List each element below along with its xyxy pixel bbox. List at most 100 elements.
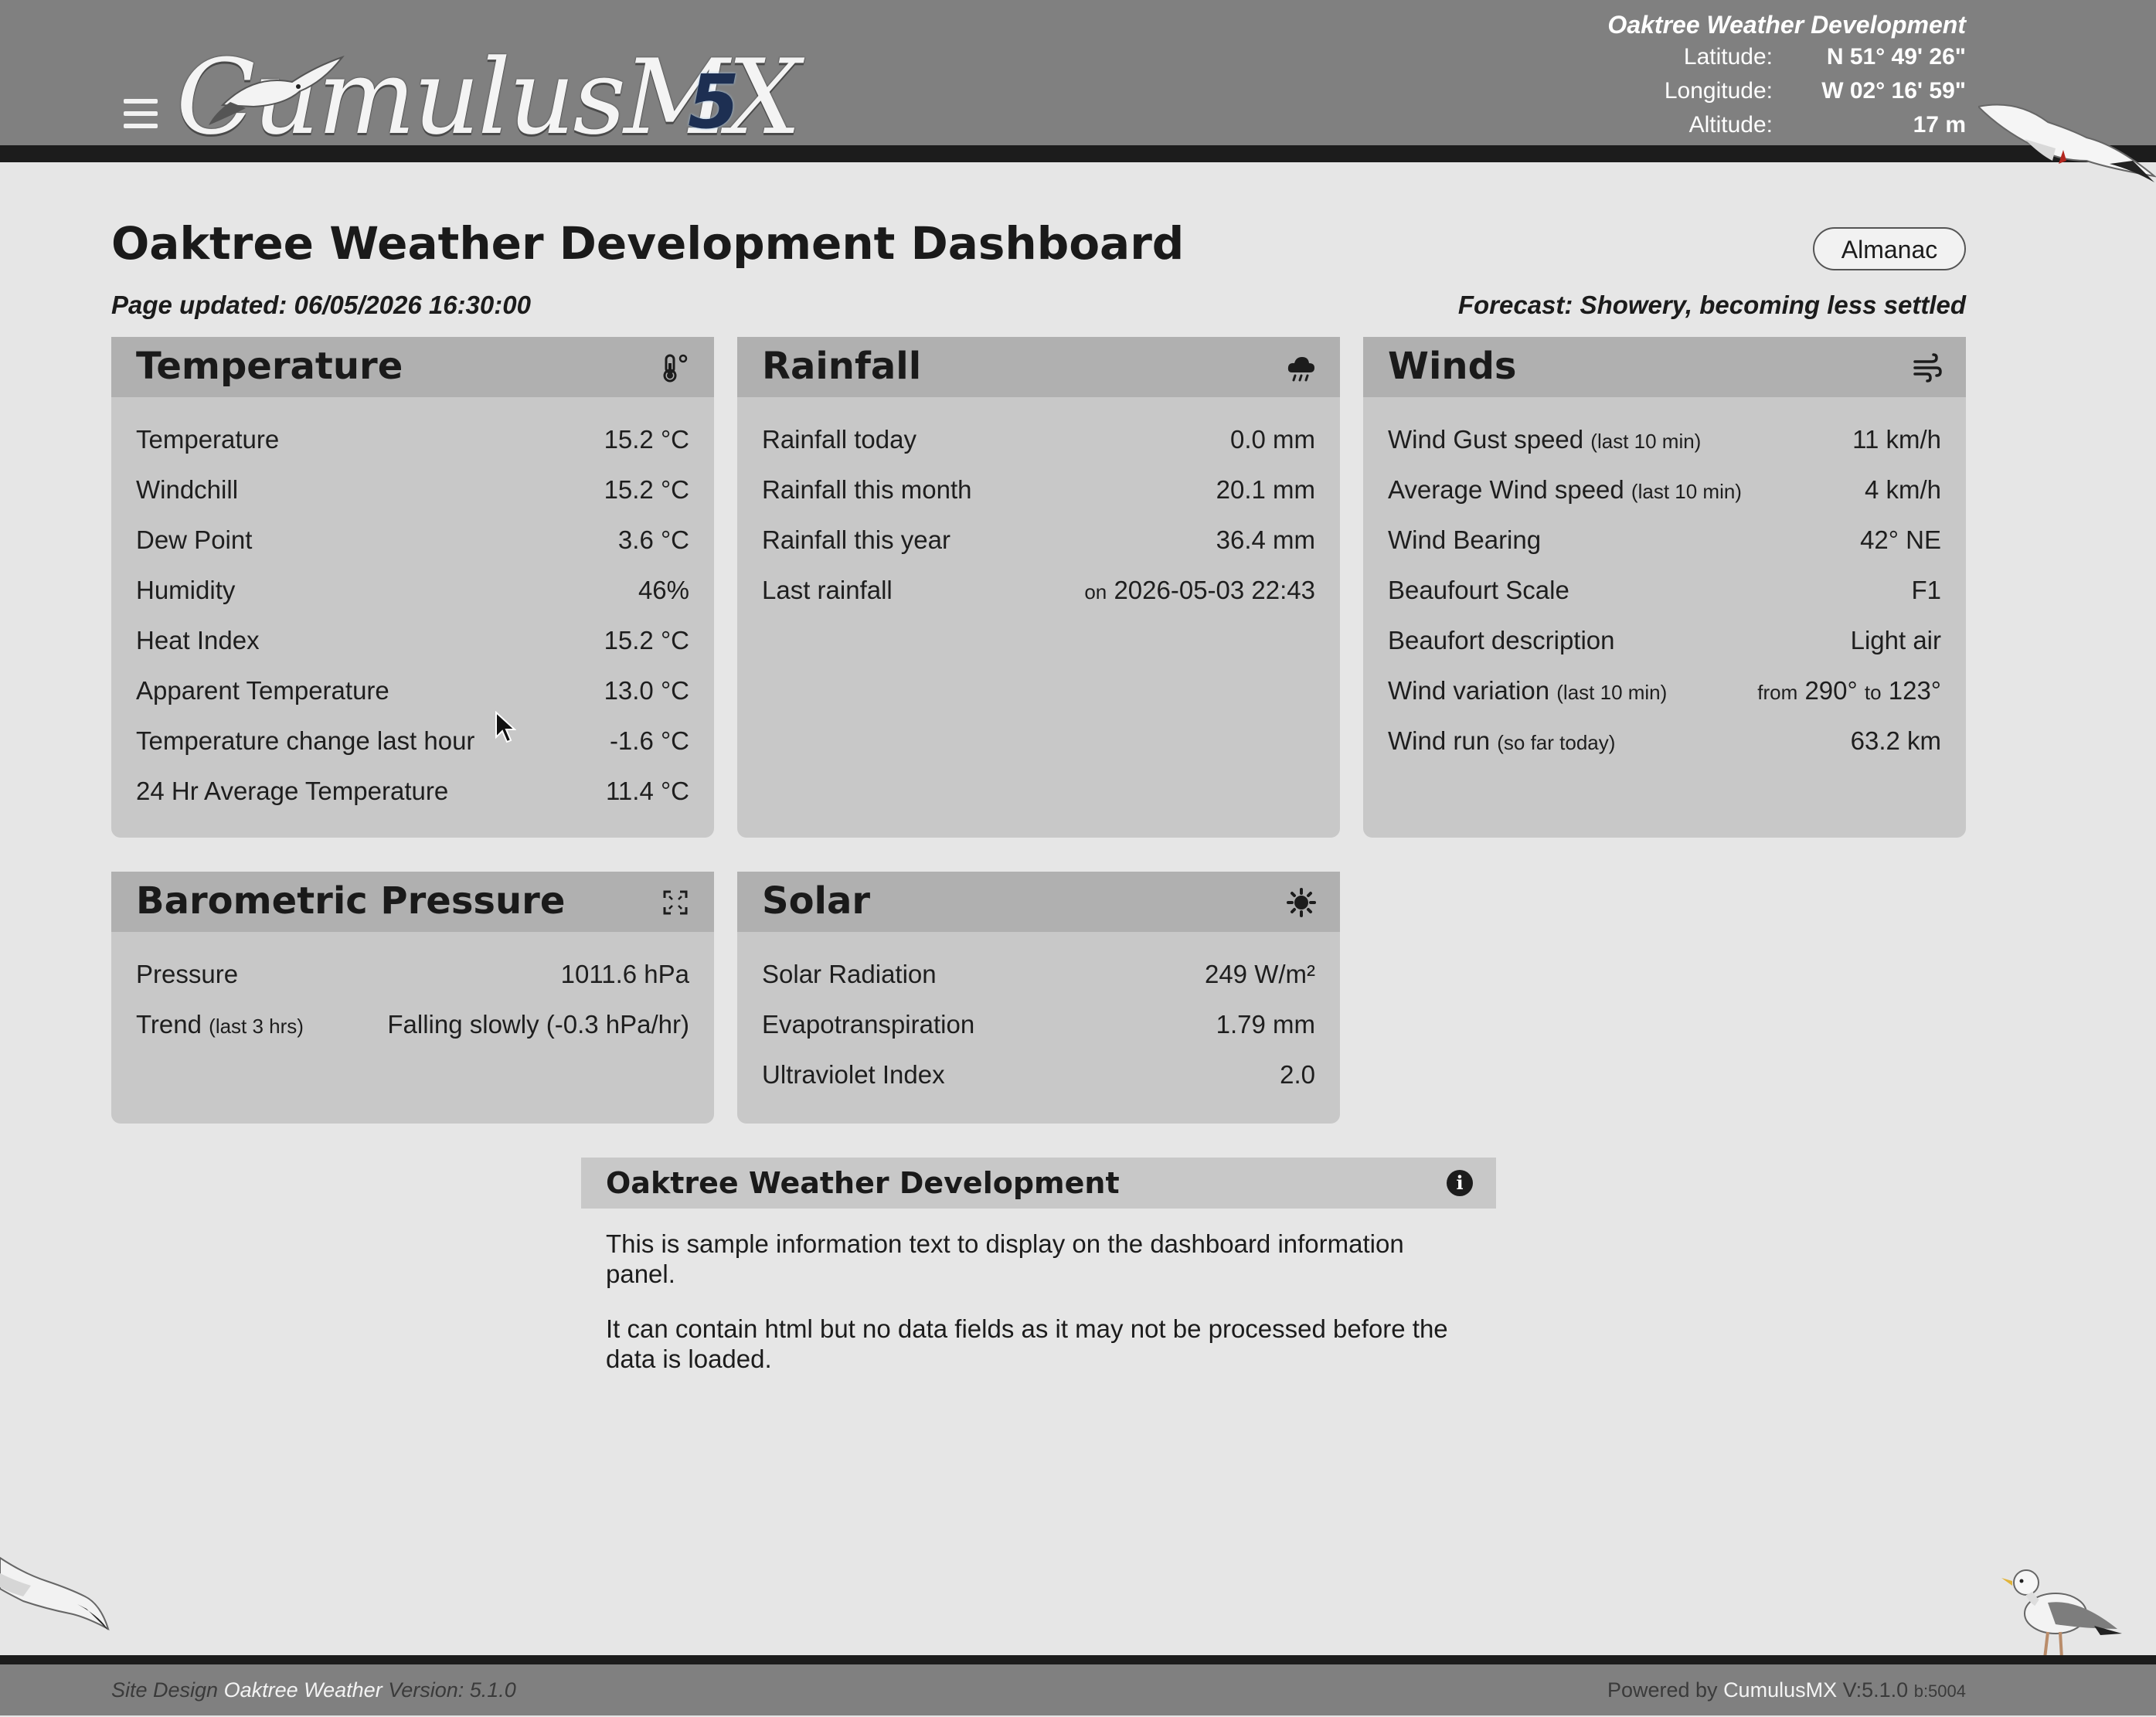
altitude-value: 17 m: [1913, 112, 1966, 138]
uv-index-row: Ultraviolet Index 2.0: [737, 1049, 1340, 1100]
row-label: Wind variation: [1388, 676, 1550, 705]
row-label: Solar Radiation: [762, 960, 937, 988]
average-wind-row: Average Wind speed (last 10 min) 4 km/h: [1363, 464, 1966, 515]
temperature-card-title: Temperature: [136, 345, 403, 388]
longitude-value: W 02° 16' 59": [1821, 78, 1966, 104]
station-name: Oaktree Weather Development: [1607, 11, 1966, 39]
wind-run-row: Wind run (so far today) 63.2 km: [1363, 716, 1966, 766]
longitude-row: Longitude: W 02° 16' 59": [1379, 74, 1966, 108]
row-note: (last 10 min): [1556, 681, 1668, 704]
to-value: 123°: [1888, 676, 1941, 705]
rainfall-year-row: Rainfall this year 36.4 mm: [737, 515, 1340, 565]
logo-version: 5: [688, 59, 740, 145]
info-paragraph: This is sample information text to displ…: [606, 1229, 1404, 1288]
powered-prefix: Powered by: [1607, 1678, 1718, 1702]
altitude-row: Altitude: 17 m: [1379, 108, 1966, 142]
latitude-label: Latitude:: [1683, 44, 1773, 70]
temperature-change-row: Temperature change last hour -1.6 °C: [111, 716, 714, 766]
row-label: Wind Bearing: [1388, 525, 1542, 554]
mouse-cursor-icon: [495, 711, 516, 743]
info-icon: i: [1447, 1170, 1473, 1196]
row-value: 2.0: [1280, 1060, 1315, 1089]
row-label: Dew Point: [136, 525, 253, 554]
pressure-gauge-icon: [663, 890, 688, 915]
station-info: Oaktree Weather Development Latitude: N …: [1379, 9, 1966, 142]
row-label-group: Wind Gust speed (last 10 min): [1388, 414, 1701, 467]
row-label: Evapotranspiration: [762, 1010, 975, 1039]
row-value: F1: [1911, 576, 1941, 604]
seagull-logo-image: [209, 55, 345, 125]
row-value: 11.4 °C: [606, 777, 689, 805]
rainfall-card-header: Rainfall: [737, 337, 1340, 397]
last-rainfall-row: Last rainfall on 2026-05-03 22:43: [737, 565, 1340, 615]
site-header: CumulusMX 5 Oaktree Weather Development …: [0, 0, 2156, 151]
row-value-group: from 290° to 123°: [1757, 665, 1941, 718]
altitude-label: Altitude:: [1688, 112, 1773, 138]
pressure-row: Pressure 1011.6 hPa: [111, 949, 714, 999]
solar-card: Solar Solar Radiation 249 W/m² Evapotrans…: [737, 872, 1340, 1124]
row-label: Rainfall this month: [762, 475, 972, 504]
winds-card-header: Winds: [1363, 337, 1966, 397]
powered-version: V:5.1.0: [1842, 1678, 1909, 1702]
dew-point-row: Dew Point 3.6 °C: [111, 515, 714, 565]
row-label: Humidity: [136, 576, 236, 604]
beaufort-scale-row: Beaufourt Scale F1: [1363, 565, 1966, 615]
rainfall-card: Rainfall Rainfall today 0.0 mm Rainfall t…: [737, 337, 1340, 838]
info-paragraph: It can contain html but no data fields a…: [606, 1314, 1448, 1373]
seagull-image: [2001, 1569, 2122, 1659]
solar-card-title: Solar: [762, 879, 871, 923]
row-label: Rainfall this year: [762, 525, 950, 554]
pressure-card-header: Barometric Pressure: [111, 872, 714, 932]
row-prefix: on: [1084, 580, 1107, 604]
forecast-text: Forecast: Showery, becoming less settled: [1457, 291, 1966, 319]
average-temperature-row: 24 Hr Average Temperature 11.4 °C: [111, 766, 714, 816]
row-value: 1011.6 hPa: [560, 960, 689, 988]
hamburger-menu-icon[interactable]: [124, 99, 158, 130]
cumulusmx-link[interactable]: CumulusMX: [1723, 1678, 1837, 1702]
row-note: (so far today): [1497, 731, 1616, 754]
seagull-image: [1978, 104, 2156, 182]
seagull-image: [0, 1556, 110, 1631]
wind-bearing-row: Wind Bearing 42° NE: [1363, 515, 1966, 565]
row-label: Temperature: [136, 425, 280, 454]
sun-icon: [1287, 888, 1316, 917]
row-value: 20.1 mm: [1216, 475, 1315, 504]
almanac-button[interactable]: Almanac: [1813, 227, 1966, 270]
row-note: (last 3 hrs): [209, 1015, 304, 1038]
rainfall-month-row: Rainfall this month 20.1 mm: [737, 464, 1340, 515]
row-value-group: on 2026-05-03 22:43: [1084, 565, 1315, 617]
rain-cloud-icon: [1287, 357, 1314, 382]
solar-card-header: Solar: [737, 872, 1340, 932]
row-label-group: Average Wind speed (last 10 min): [1388, 464, 1742, 517]
row-label: Last rainfall: [762, 576, 893, 604]
winds-card-title: Winds: [1388, 345, 1517, 388]
information-panel-title: Oaktree Weather Development: [606, 1166, 1120, 1200]
humidity-row: Humidity 46%: [111, 565, 714, 615]
row-value: -1.6 °C: [609, 726, 689, 755]
row-label: 24 Hr Average Temperature: [136, 777, 449, 805]
row-label: Pressure: [136, 960, 239, 988]
rainfall-today-row: Rainfall today 0.0 mm: [737, 414, 1340, 464]
temperature-card: Temperature Temperature 15.2 °C Windchill…: [111, 337, 714, 838]
beaufort-description-row: Beaufort description Light air: [1363, 615, 1966, 665]
row-value: 15.2 °C: [604, 425, 689, 454]
row-note: (last 10 min): [1590, 430, 1702, 453]
latitude-row: Latitude: N 51° 49' 26": [1379, 40, 1966, 74]
row-value: 1.79 mm: [1216, 1010, 1315, 1039]
row-value: 2026-05-03 22:43: [1114, 576, 1315, 604]
row-label-group: Trend (last 3 hrs): [136, 999, 304, 1052]
row-value: 249 W/m²: [1204, 960, 1315, 988]
pressure-card-title: Barometric Pressure: [136, 879, 566, 923]
heat-index-row: Heat Index 15.2 °C: [111, 615, 714, 665]
design-name-link[interactable]: Oaktree Weather: [224, 1678, 383, 1702]
site-footer: Site Design Oaktree Weather Version: 5.1…: [0, 1664, 2156, 1715]
powered-build: b:5004: [1913, 1681, 1966, 1701]
temperature-card-header: Temperature: [111, 337, 714, 397]
row-value: Light air: [1850, 626, 1941, 654]
information-panel: Oaktree Weather Development i This is sa…: [581, 1158, 1496, 1399]
longitude-label: Longitude:: [1664, 78, 1773, 104]
to-word: to: [1864, 681, 1882, 704]
row-value: Falling slowly (-0.3 hPa/hr): [387, 1010, 689, 1039]
row-label: Apparent Temperature: [136, 676, 389, 705]
row-value: 4 km/h: [1864, 475, 1941, 504]
